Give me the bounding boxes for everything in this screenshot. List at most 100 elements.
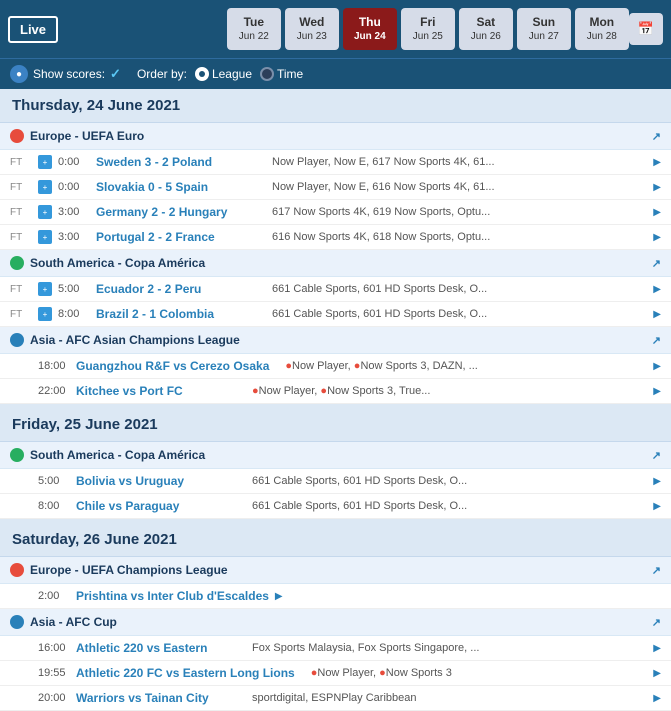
day-header-0: Thursday, 24 June 2021: [0, 89, 671, 123]
external-link-south-america-copa[interactable]: ↗: [652, 257, 661, 270]
match-status: FT: [10, 182, 32, 193]
match-play-arrow[interactable]: ▶: [653, 386, 661, 397]
match-play-arrow[interactable]: ▶: [653, 284, 661, 295]
day-tab-wed[interactable]: WedJun 23: [285, 8, 339, 51]
match-time: 19:55: [38, 667, 70, 679]
order-league-option[interactable]: League: [195, 67, 252, 81]
order-time-option[interactable]: Time: [260, 67, 303, 81]
match-time: 5:00: [38, 475, 70, 487]
match-time-icon: +: [38, 307, 52, 321]
match-play-arrow[interactable]: ▶: [653, 643, 661, 654]
match-play-arrow[interactable]: ▶: [653, 207, 661, 218]
match-row: 5:00Bolivia vs Uruguay661 Cable Sports, …: [0, 469, 671, 494]
match-play-arrow[interactable]: ▶: [653, 232, 661, 243]
match-channels: Now Player, Now E, 616 Now Sports 4K, 61…: [262, 181, 647, 193]
match-channels: 661 Cable Sports, 601 HD Sports Desk, O.…: [242, 500, 647, 512]
match-row: 20:00Warriors vs Tainan Citysportdigital…: [0, 686, 671, 711]
match-channels: ●Now Player, ●Now Sports 3, True...: [242, 385, 647, 397]
match-channels: ●Now Player, ●Now Sports 3: [301, 667, 648, 679]
day-tab-fri[interactable]: FriJun 25: [401, 8, 455, 51]
match-teams: Portugal 2 - 2 France: [96, 230, 256, 244]
match-channels: 617 Now Sports 4K, 619 Now Sports, Optu.…: [262, 206, 647, 218]
match-row: FT+8:00Brazil 2 - 1 Colombia661 Cable Sp…: [0, 302, 671, 327]
external-link-europe-ucl[interactable]: ↗: [652, 564, 661, 577]
match-play-arrow[interactable]: ▶: [653, 476, 661, 487]
match-time-icon: +: [38, 205, 52, 219]
match-row: 19:55 Athletic 220 FC vs Eastern Long Lio…: [0, 661, 671, 686]
external-link-europe-euro[interactable]: ↗: [652, 130, 661, 143]
match-status: FT: [10, 284, 32, 295]
time-label: Time: [277, 67, 303, 81]
match-channels: Fox Sports Malaysia, Fox Sports Singapor…: [242, 642, 647, 654]
league-header-asia-afc-champions: Asia - AFC Asian Champions League ↗: [0, 327, 671, 354]
match-teams: Ecuador 2 - 2 Peru: [96, 282, 256, 296]
league-radio[interactable]: [195, 67, 209, 81]
time-radio[interactable]: [260, 67, 274, 81]
match-teams: Germany 2 - 2 Hungary: [96, 205, 256, 219]
match-play-arrow[interactable]: ▶: [653, 361, 661, 372]
league-header-south-america-copa-fri: South America - Copa América ↗: [0, 442, 671, 469]
match-status: FT: [10, 309, 32, 320]
league-header-south-america-copa: South America - Copa América↗: [0, 250, 671, 277]
league-icon-europe-euro: [10, 129, 24, 143]
match-teams: Warriors vs Tainan City: [76, 691, 236, 705]
channel-red-dot: ●: [354, 360, 361, 372]
channel-red-dot: ●: [379, 667, 386, 679]
league-name-asia-afc-champions: Asia - AFC Asian Champions League: [30, 333, 240, 347]
match-play-arrow[interactable]: ▶: [653, 668, 661, 679]
day-tab-mon[interactable]: MonJun 28: [575, 8, 629, 51]
league-header-asia-afc-cup: Asia - AFC Cup↗: [0, 609, 671, 636]
match-teams: Brazil 2 - 1 Colombia: [96, 307, 256, 321]
league-name-europe-euro: Europe - UEFA Euro: [30, 129, 144, 143]
match-time-icon: +: [38, 230, 52, 244]
match-row: FT+3:00Germany 2 - 2 Hungary617 Now Spor…: [0, 200, 671, 225]
match-time-icon: +: [38, 282, 52, 296]
match-time: 22:00: [38, 385, 70, 397]
match-teams: Prishtina vs Inter Club d'Escaldes: [76, 589, 269, 603]
league-icon-asia-afc-cup: [10, 615, 24, 629]
league-header-europe-euro: Europe - UEFA Euro ↗: [0, 123, 671, 150]
league-name-south-america-copa-fri: South America - Copa América: [30, 448, 205, 462]
top-navigation: Live TueJun 22WedJun 23ThuJun 24FriJun 2…: [0, 0, 671, 58]
filter-bar: ● Show scores: ✓ Order by: League Time: [0, 58, 671, 89]
match-teams: Athletic 220 vs Eastern: [76, 641, 236, 655]
match-play-arrow[interactable]: ▶: [653, 182, 661, 193]
match-play-arrow[interactable]: ▶: [653, 693, 661, 704]
channel-red-dot: ●: [285, 360, 292, 372]
scores-checkmark[interactable]: ✓: [110, 66, 121, 82]
match-play-arrow[interactable]: ▶: [275, 591, 283, 602]
show-scores-label: Show scores:: [33, 67, 105, 81]
match-time: 0:00: [58, 181, 90, 193]
league-icon-south-america-copa-fri: [10, 448, 24, 462]
match-time: 8:00: [38, 500, 70, 512]
match-channels: Now Player, Now E, 617 Now Sports 4K, 61…: [262, 156, 647, 168]
day-tab-thu[interactable]: ThuJun 24: [343, 8, 397, 51]
match-teams: Kitchee vs Port FC: [76, 384, 236, 398]
match-play-arrow[interactable]: ▶: [653, 309, 661, 320]
day-tab-sat[interactable]: SatJun 26: [459, 8, 513, 51]
match-teams: Athletic 220 FC vs Eastern Long Lions: [76, 666, 295, 680]
match-row: FT+3:00Portugal 2 - 2 France616 Now Spor…: [0, 225, 671, 250]
external-link-asia-afc-champions[interactable]: ↗: [652, 334, 661, 347]
match-play-arrow[interactable]: ▶: [653, 501, 661, 512]
match-row: 2:00Prishtina vs Inter Club d'Escaldes▶: [0, 584, 671, 609]
channel-red-dot: ●: [252, 385, 259, 397]
match-time: 20:00: [38, 692, 70, 704]
match-channels: 661 Cable Sports, 601 HD Sports Desk, O.…: [242, 475, 647, 487]
match-teams: Slovakia 0 - 5 Spain: [96, 180, 256, 194]
day-tab-tue[interactable]: TueJun 22: [227, 8, 281, 51]
day-tab-sun[interactable]: SunJun 27: [517, 8, 571, 51]
match-status: FT: [10, 207, 32, 218]
show-scores-filter: ● Show scores: ✓: [10, 65, 121, 83]
match-time: 0:00: [58, 156, 90, 168]
external-link-asia-afc-cup[interactable]: ↗: [652, 616, 661, 629]
match-channels: 616 Now Sports 4K, 618 Now Sports, Optu.…: [262, 231, 647, 243]
external-link-south-america-copa-fri[interactable]: ↗: [652, 449, 661, 462]
match-play-arrow[interactable]: ▶: [653, 157, 661, 168]
match-teams: Guangzhou R&F vs Cerezo Osaka: [76, 359, 269, 373]
match-time-icon: +: [38, 180, 52, 194]
day-tabs: TueJun 22WedJun 23ThuJun 24FriJun 25SatJ…: [227, 8, 629, 51]
league-icon-south-america-copa: [10, 256, 24, 270]
channel-red-dot: ●: [320, 385, 327, 397]
calendar-icon[interactable]: 📅: [629, 13, 663, 45]
